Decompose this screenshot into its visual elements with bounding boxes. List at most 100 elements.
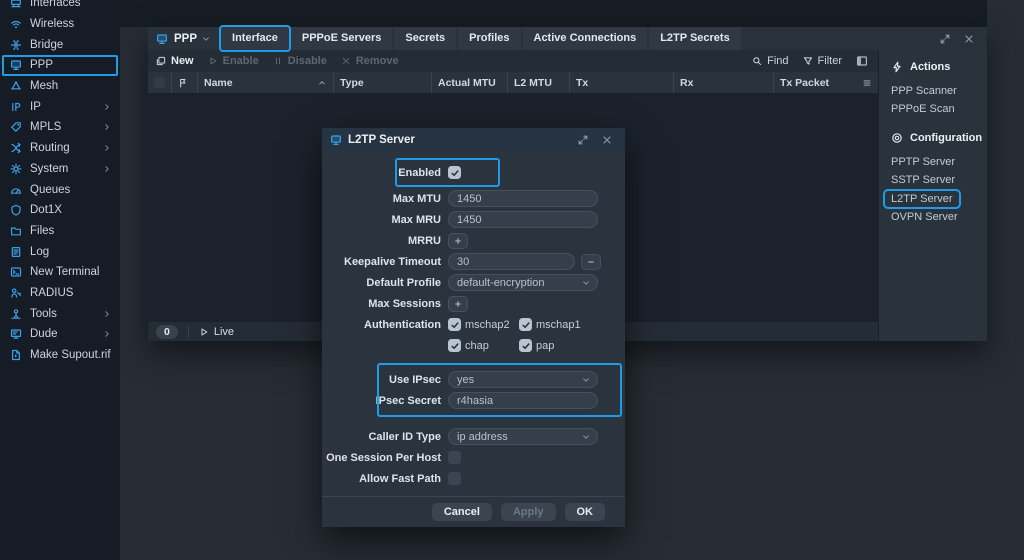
field-control: chap pap <box>448 339 584 352</box>
mschap1-checkbox[interactable] <box>519 318 532 331</box>
toolbar-button-label: New <box>171 55 194 67</box>
max-mtu-input[interactable] <box>448 190 598 207</box>
column-flag[interactable] <box>172 72 198 93</box>
ppp-icon <box>9 59 23 71</box>
sidebar-item-tools[interactable]: Tools <box>0 303 120 324</box>
close-icon[interactable] <box>963 33 975 45</box>
sidebar-item-label: Routing <box>30 142 70 155</box>
max-sessions-add-button[interactable] <box>448 295 468 312</box>
column-rx[interactable]: Rx <box>674 72 774 93</box>
field-control <box>448 295 468 312</box>
tab-l2tp-secrets[interactable]: L2TP Secrets <box>649 27 741 50</box>
panel-item-pptp-server[interactable]: PPTP Server <box>891 153 977 171</box>
field-label: Default Profile <box>366 276 441 289</box>
auth-option-chap: chap <box>448 339 513 352</box>
sidebar-item-dot1x[interactable]: Dot1X <box>0 200 120 221</box>
sidebar-item-make-supout-rif[interactable]: Make Supout.rif <box>0 345 120 366</box>
sidebar-menu: Interfaces Wireless Bridge PPP Mesh IP MPLS Rou… <box>0 0 120 365</box>
column-tx-packet[interactable]: Tx Packet <box>774 72 878 93</box>
l2tp-dialog-icon <box>330 134 342 146</box>
enable-button[interactable]: Enable <box>208 55 259 67</box>
sidebar-item-ppp[interactable]: PPP <box>2 55 118 76</box>
column-actual-mtu[interactable]: Actual MTU <box>432 72 508 93</box>
enabled-checkbox[interactable] <box>448 166 461 179</box>
mrru-add-button[interactable] <box>448 232 468 249</box>
sidebar-item-queues[interactable]: Queues <box>0 179 120 200</box>
chevron-down-icon[interactable] <box>201 34 211 44</box>
default-profile-select[interactable]: default-encryption <box>448 274 598 291</box>
ok-button[interactable]: OK <box>564 503 605 521</box>
sidebar-item-files[interactable]: Files <box>0 221 120 242</box>
system-icon <box>9 163 23 175</box>
dialog-restore-icon[interactable] <box>577 134 589 146</box>
disable-button[interactable]: Disable <box>273 55 327 67</box>
sidebar-item-label: System <box>30 162 69 175</box>
sidebar-item-ip[interactable]: IP <box>0 96 120 117</box>
tab-active-connections[interactable]: Active Connections <box>522 27 648 50</box>
tab-secrets[interactable]: Secrets <box>394 27 457 50</box>
panel-item-ppp-scanner[interactable]: PPP Scanner <box>891 82 977 100</box>
live-button[interactable]: Live <box>199 326 234 338</box>
column-type[interactable]: Type <box>334 72 432 93</box>
field-label: Caller ID Type <box>368 430 441 443</box>
column-menu-icon[interactable] <box>862 78 872 88</box>
sidebar-item-new-terminal[interactable]: New Terminal <box>0 262 120 283</box>
sidebar-item-mpls[interactable]: MPLS <box>0 117 120 138</box>
panel-item-sstp-server[interactable]: SSTP Server <box>891 171 977 189</box>
one-session-per-host-checkbox[interactable] <box>448 451 461 464</box>
sidebar-item-radius[interactable]: RADIUS <box>0 283 120 304</box>
new-button[interactable]: New <box>156 55 194 67</box>
field-row-authentication-2: chap pap <box>322 335 625 356</box>
field-label: MRRU <box>408 234 441 247</box>
chap-checkbox[interactable] <box>448 339 461 352</box>
find-button[interactable]: Find <box>752 55 789 67</box>
use-ipsec-select[interactable]: yes <box>448 371 598 388</box>
tab-profiles[interactable]: Profiles <box>458 27 521 50</box>
sidebar-item-bridge[interactable]: Bridge <box>0 34 120 55</box>
sidebar-item-log[interactable]: Log <box>0 241 120 262</box>
select-all-checkbox[interactable] <box>148 72 172 93</box>
sidebar-item-label: Tools <box>30 307 57 320</box>
sidebar-item-label: Files <box>30 224 55 237</box>
cancel-button[interactable]: Cancel <box>431 503 492 521</box>
ipsec-secret-input[interactable] <box>448 392 598 409</box>
sidebar-item-routing[interactable]: Routing <box>0 138 120 159</box>
webfig-app: Interfaces Wireless Bridge PPP Mesh IP MPLS Rou… <box>0 0 1024 560</box>
side-panel-toggle-icon[interactable] <box>856 55 868 67</box>
sidebar-item-label: RADIUS <box>30 286 74 299</box>
column-tx[interactable]: Tx <box>570 72 674 93</box>
sidebar-item-wireless[interactable]: Wireless <box>0 14 120 35</box>
dialog-close-icon[interactable] <box>601 134 613 146</box>
keepalive-timeout-remove-button[interactable] <box>581 253 601 270</box>
tab-interface[interactable]: Interface <box>221 27 289 50</box>
panel-item-l2tp-server[interactable]: L2TP Server <box>885 191 959 207</box>
checkbox-label: chap <box>465 339 489 352</box>
field-label: Allow Fast Path <box>359 472 441 485</box>
pap-checkbox[interactable] <box>519 339 532 352</box>
sidebar-item-system[interactable]: System <box>0 159 120 180</box>
remove-button[interactable]: Remove <box>341 55 399 67</box>
panel-item-ovpn-server[interactable]: OVPN Server <box>891 208 977 226</box>
sidebar-item-interfaces[interactable]: Interfaces <box>0 0 120 14</box>
filter-button[interactable]: Filter <box>803 55 842 67</box>
auth-option-mschap1: mschap1 <box>519 318 584 331</box>
keepalive-timeout-input[interactable] <box>448 253 575 270</box>
tab-pppoe-servers[interactable]: PPPoE Servers <box>290 27 393 50</box>
column-name[interactable]: Name <box>198 72 334 93</box>
allow-fast-path-checkbox[interactable] <box>448 472 461 485</box>
sidebar-item-label: Wireless <box>30 18 75 31</box>
caller-id-type-select[interactable]: ip address <box>448 428 598 445</box>
field-row-caller-id-type: Caller ID Type ip address <box>322 426 625 447</box>
panel-item-pppoe-scan[interactable]: PPPoE Scan <box>891 100 977 118</box>
mschap2-checkbox[interactable] <box>448 318 461 331</box>
restore-icon[interactable] <box>939 33 951 45</box>
apply-button[interactable]: Apply <box>500 503 556 521</box>
submenu-chevron-icon <box>100 143 114 153</box>
sidebar-item-dude[interactable]: Dude <box>0 324 120 345</box>
sidebar-item-mesh[interactable]: Mesh <box>0 76 120 97</box>
toolbar-right: Find Filter <box>752 55 868 67</box>
log-icon <box>9 246 23 258</box>
flag-icon <box>178 78 188 88</box>
max-mru-input[interactable] <box>448 211 598 228</box>
column-l2-mtu[interactable]: L2 MTU <box>508 72 570 93</box>
